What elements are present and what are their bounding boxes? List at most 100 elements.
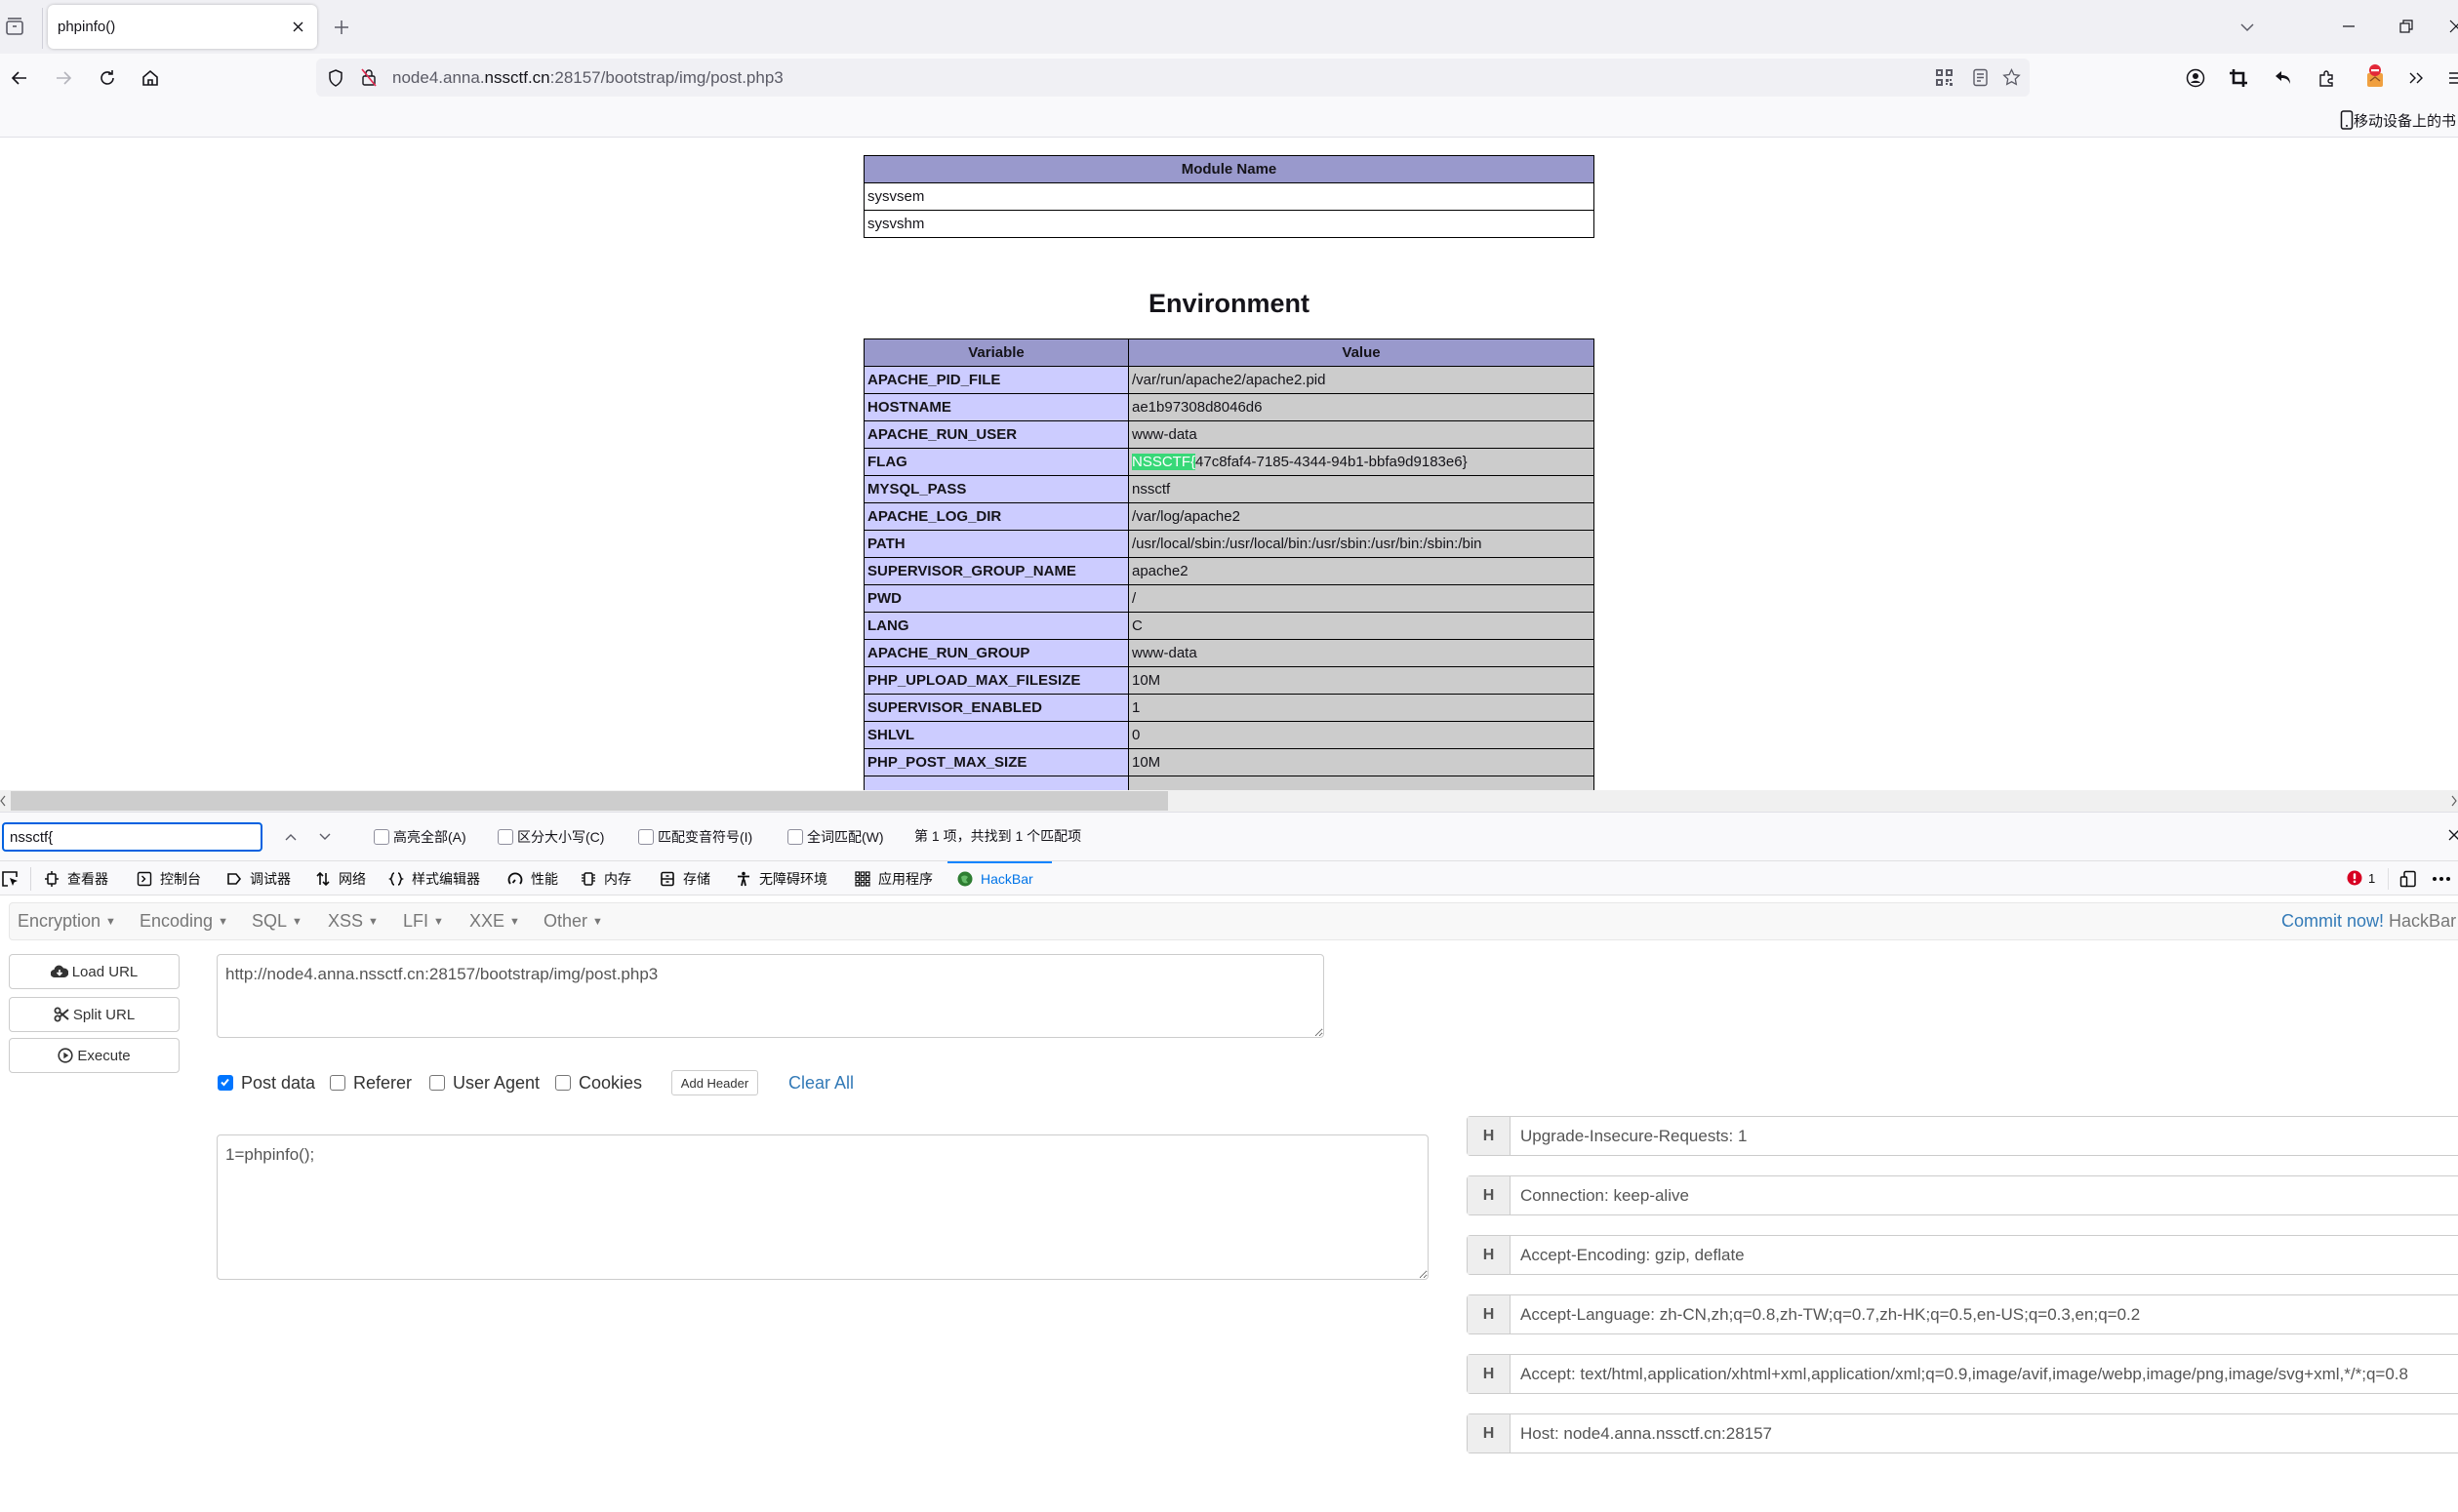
- find-previous-icon[interactable]: [283, 829, 299, 845]
- account-icon[interactable]: [2186, 68, 2205, 88]
- overflow-chevrons-icon[interactable]: [2406, 68, 2426, 88]
- url-bar[interactable]: node4.anna.nssctf.cn:28157/bootstrap/img…: [316, 59, 2030, 97]
- extension-blocked-icon[interactable]: [2364, 63, 2386, 89]
- devtools-tab-debugger[interactable]: 调试器: [226, 861, 291, 895]
- find-option-checkbox[interactable]: [374, 829, 389, 845]
- element-picker-icon[interactable]: [0, 869, 20, 889]
- chevron-down-icon[interactable]: [2238, 20, 2256, 35]
- devtools-tab-network[interactable]: 网络: [315, 861, 366, 895]
- tracking-protection-icon[interactable]: [327, 68, 344, 88]
- devtools-tab-memory[interactable]: 内存: [581, 861, 631, 895]
- hackbar-menu-xxe[interactable]: XXE ▼: [469, 903, 520, 940]
- devtools-tab-application[interactable]: 应用程序: [855, 861, 933, 895]
- devtools-tab-accessibility[interactable]: 无障碍环境: [736, 861, 827, 895]
- clear-all-link[interactable]: Clear All: [788, 1072, 854, 1094]
- responsive-design-icon[interactable]: [2399, 870, 2417, 888]
- devtools-tab-storage[interactable]: 存储: [660, 861, 710, 895]
- devtools-tab-hackbar[interactable]: HackBar: [957, 861, 1033, 895]
- devtools-tab-inspector[interactable]: 查看器: [44, 861, 108, 895]
- option-checkbox[interactable]: [429, 1075, 445, 1091]
- option-checkbox[interactable]: [218, 1075, 233, 1091]
- commit-now-link[interactable]: Commit now!: [2281, 911, 2384, 931]
- execute-button[interactable]: Execute: [9, 1038, 180, 1073]
- screenshot-crop-icon[interactable]: [2229, 68, 2248, 88]
- find-option[interactable]: 区分大小写(C): [498, 827, 604, 847]
- devtools-tab-console[interactable]: 控制台: [137, 861, 201, 895]
- option-cookies[interactable]: Cookies: [555, 1072, 642, 1094]
- reader-view-icon[interactable]: [1971, 68, 1990, 87]
- extensions-puzzle-icon[interactable]: [2317, 68, 2336, 88]
- home-icon[interactable]: [141, 68, 160, 88]
- request-header-row[interactable]: H Accept-Encoding: gzip, deflate: [1467, 1235, 2458, 1275]
- hackbar-menu-other[interactable]: Other ▼: [544, 903, 603, 940]
- hackbar-menu-xss[interactable]: XSS ▼: [328, 903, 379, 940]
- option-user-agent[interactable]: User Agent: [429, 1072, 540, 1094]
- find-option[interactable]: 高亮全部(A): [374, 827, 466, 847]
- scroll-right-arrow-icon[interactable]: [2451, 795, 2457, 807]
- qr-code-icon[interactable]: [1935, 68, 1954, 87]
- tab-close-icon[interactable]: [289, 18, 307, 36]
- hackbar-menu-encryption[interactable]: Encryption ▼: [18, 903, 116, 940]
- horizontal-scrollbar[interactable]: [0, 790, 2458, 812]
- add-header-button[interactable]: Add Header: [671, 1070, 758, 1095]
- app-menu-icon[interactable]: [2447, 68, 2458, 88]
- header-value[interactable]: Accept-Language: zh-CN,zh;q=0.8,zh-TW;q=…: [1511, 1295, 2140, 1333]
- option-referer[interactable]: Referer: [330, 1072, 412, 1094]
- post-data-textarea[interactable]: 1=phpinfo();: [217, 1134, 1429, 1280]
- header-value[interactable]: Accept: text/html,application/xhtml+xml,…: [1511, 1355, 2408, 1393]
- mobile-bookmarks-folder[interactable]: 移动设备上的书: [2340, 109, 2456, 131]
- split-url-button[interactable]: Split URL: [9, 997, 180, 1032]
- find-input[interactable]: [2, 822, 262, 852]
- option-label: Referer: [353, 1072, 413, 1093]
- horizontal-scrollbar-thumb[interactable]: [11, 791, 1168, 811]
- request-header-row[interactable]: H Host: node4.anna.nssctf.cn:28157: [1467, 1413, 2458, 1453]
- request-header-row[interactable]: H Accept: text/html,application/xhtml+xml…: [1467, 1354, 2458, 1394]
- option-post-data[interactable]: Post data: [218, 1072, 315, 1094]
- env-variable: MYSQL_PASS: [864, 475, 1129, 503]
- error-count-badge[interactable]: 1: [2347, 870, 2375, 886]
- header-value[interactable]: Accept-Encoding: gzip, deflate: [1511, 1236, 1745, 1274]
- hackbar-menu-lfi[interactable]: LFI ▼: [403, 903, 444, 940]
- caret-down-icon: ▼: [218, 915, 228, 928]
- new-tab-icon[interactable]: [332, 18, 351, 37]
- request-header-row[interactable]: H Connection: keep-alive: [1467, 1175, 2458, 1215]
- header-value[interactable]: Host: node4.anna.nssctf.cn:28157: [1511, 1414, 1772, 1452]
- scroll-left-arrow-icon[interactable]: [0, 795, 6, 807]
- request-header-row[interactable]: H Accept-Language: zh-CN,zh;q=0.8,zh-TW;q…: [1467, 1294, 2458, 1334]
- browser-tab[interactable]: phpinfo(): [48, 5, 317, 49]
- header-value[interactable]: Connection: keep-alive: [1511, 1176, 1689, 1214]
- reload-icon[interactable]: [98, 68, 117, 88]
- minimize-icon[interactable]: [2340, 18, 2357, 35]
- undo-close-tab-icon[interactable]: [2274, 68, 2293, 88]
- window-close-icon[interactable]: [2447, 18, 2458, 35]
- forward-icon[interactable]: [54, 68, 73, 88]
- option-checkbox[interactable]: [330, 1075, 345, 1091]
- memory-icon: [581, 871, 604, 887]
- devtools-tab-style-editor[interactable]: 样式编辑器: [388, 861, 480, 895]
- error-icon: [2347, 870, 2362, 886]
- url-textarea[interactable]: http://node4.anna.nssctf.cn:28157/bootst…: [217, 954, 1324, 1038]
- find-option[interactable]: 匹配变音符号(I): [638, 827, 752, 847]
- env-table-header-row: Variable Value: [864, 338, 1594, 367]
- devtools-tab-performance[interactable]: 性能: [507, 861, 558, 895]
- back-icon[interactable]: [10, 68, 29, 88]
- option-checkbox[interactable]: [555, 1075, 571, 1091]
- menu-label: Other: [544, 911, 588, 931]
- bookmark-star-icon[interactable]: [2002, 68, 2021, 87]
- request-header-row[interactable]: H Upgrade-Insecure-Requests: 1: [1467, 1116, 2458, 1156]
- find-option-checkbox[interactable]: [638, 829, 654, 845]
- find-option-checkbox[interactable]: [498, 829, 513, 845]
- find-next-icon[interactable]: [317, 829, 333, 845]
- tab-list-icon[interactable]: [4, 16, 25, 37]
- more-options-icon[interactable]: [2432, 875, 2451, 883]
- url-text[interactable]: node4.anna.nssctf.cn:28157/bootstrap/img…: [392, 59, 784, 97]
- find-close-icon[interactable]: [2447, 828, 2458, 842]
- restore-icon[interactable]: [2398, 18, 2415, 35]
- find-option[interactable]: 全词匹配(W): [787, 827, 884, 847]
- hackbar-menu-encoding[interactable]: Encoding ▼: [140, 903, 228, 940]
- header-value[interactable]: Upgrade-Insecure-Requests: 1: [1511, 1117, 1747, 1155]
- find-option-checkbox[interactable]: [787, 829, 803, 845]
- insecure-lock-icon[interactable]: [360, 67, 378, 87]
- hackbar-menu-sql[interactable]: SQL ▼: [252, 903, 302, 940]
- load-url-button[interactable]: Load URL: [9, 954, 180, 989]
